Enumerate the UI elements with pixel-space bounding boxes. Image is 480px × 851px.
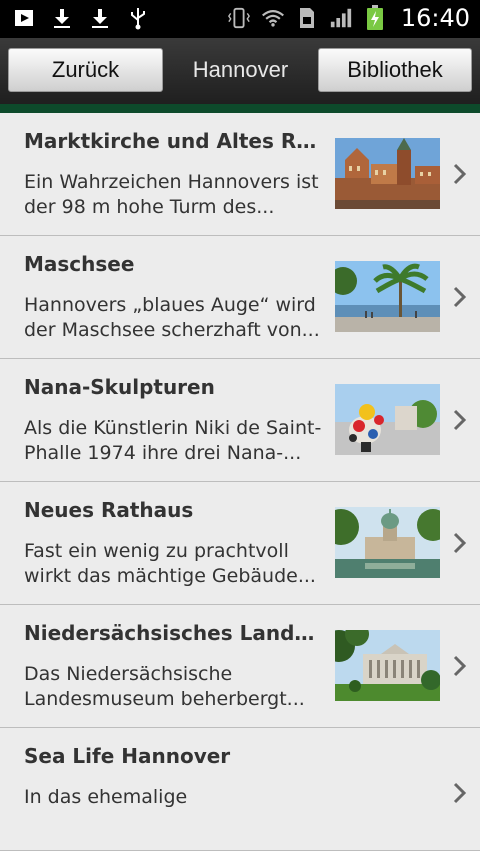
- sim-icon: [295, 6, 319, 30]
- page-title: Hannover: [192, 57, 289, 82]
- thumbnail-maschsee-image: [335, 261, 440, 332]
- list-item-neues-rathaus[interactable]: Neues Rathaus Fast ein wenig zu prachtvo…: [0, 482, 480, 605]
- list-item-landesmuseum[interactable]: Niedersächsisches Landes... Das Niedersä…: [0, 605, 480, 728]
- item-description-line: der 98 m hohe Turm des...: [24, 196, 275, 218]
- library-button[interactable]: Bibliothek: [318, 48, 472, 92]
- item-description-line: Phalle 1974 ihre drei Nana-...: [24, 442, 302, 464]
- list-item-sea-life[interactable]: Sea Life Hannover In das ehemalige: [0, 728, 480, 851]
- header-divider: [0, 104, 480, 113]
- chevron-right-icon: [453, 409, 467, 431]
- chevron-right-icon: [453, 163, 467, 185]
- item-description: Als die Künstlerin Niki de Saint- Phalle…: [24, 416, 324, 466]
- item-description: Das Niedersächsische Landesmuseum beherb…: [24, 662, 324, 712]
- item-title: Maschsee: [24, 252, 135, 276]
- item-title: Sea Life Hannover: [24, 744, 231, 768]
- item-description: Fast ein wenig zu prachtvoll wirkt das m…: [24, 539, 324, 589]
- item-description-line: Ein Wahrzeichen Hannovers ist: [24, 171, 319, 193]
- back-button[interactable]: Zurück: [8, 48, 163, 92]
- download-icon: [88, 6, 112, 30]
- thumbnail-marktkirche-image: [335, 138, 440, 209]
- item-description: In das ehemalige: [24, 785, 324, 810]
- item-description-line: wirkt das mächtige Gebäude...: [24, 565, 316, 587]
- usb-icon: [126, 6, 150, 30]
- clock: 16:40: [400, 4, 470, 32]
- list-item-nana-skulpturen[interactable]: Nana-Skulpturen Als die Künstlerin Niki …: [0, 359, 480, 482]
- item-description-line: Als die Künstlerin Niki de Saint-: [24, 417, 322, 439]
- wifi-icon: [261, 6, 285, 30]
- title-bar: Zurück Hannover Bibliothek: [0, 38, 480, 104]
- status-bar: 16:40: [0, 0, 480, 38]
- item-description-line: Hannovers „blaues Auge“ wird: [24, 294, 316, 316]
- item-description-line: Das Niedersächsische: [24, 663, 233, 685]
- item-title: Neues Rathaus: [24, 498, 194, 522]
- item-description: Hannovers „blaues Auge“ wird der Maschse…: [24, 293, 324, 343]
- vibrate-icon: [227, 6, 251, 30]
- item-title: Marktkirche und Altes Rath...: [24, 129, 324, 153]
- play-store-icon: [12, 6, 36, 30]
- download-icon: [50, 6, 74, 30]
- list-item-maschsee[interactable]: Maschsee Hannovers „blaues Auge“ wird de…: [0, 236, 480, 359]
- chevron-right-icon: [453, 655, 467, 677]
- item-description: Ein Wahrzeichen Hannovers ist der 98 m h…: [24, 170, 324, 220]
- item-description-line: der Maschsee scherzhaft von...: [24, 319, 320, 341]
- thumbnail-neues-rathaus-image: [335, 507, 440, 578]
- attractions-list: Marktkirche und Altes Rath... Ein Wahrze…: [0, 113, 480, 851]
- item-title: Niedersächsisches Landes...: [24, 621, 324, 645]
- chevron-right-icon: [453, 532, 467, 554]
- chevron-right-icon: [453, 782, 467, 804]
- item-title: Nana-Skulpturen: [24, 375, 215, 399]
- signal-icon: [329, 6, 353, 30]
- item-description-line: Landesmuseum beherbergt...: [24, 688, 305, 710]
- list-item-marktkirche[interactable]: Marktkirche und Altes Rath... Ein Wahrze…: [0, 113, 480, 236]
- item-description-line: In das ehemalige: [24, 786, 188, 808]
- battery-charging-icon: [363, 5, 387, 30]
- chevron-right-icon: [453, 286, 467, 308]
- thumbnail-landesmuseum-image: [335, 630, 440, 701]
- item-description-line: Fast ein wenig zu prachtvoll: [24, 540, 289, 562]
- thumbnail-nana-image: [335, 384, 440, 455]
